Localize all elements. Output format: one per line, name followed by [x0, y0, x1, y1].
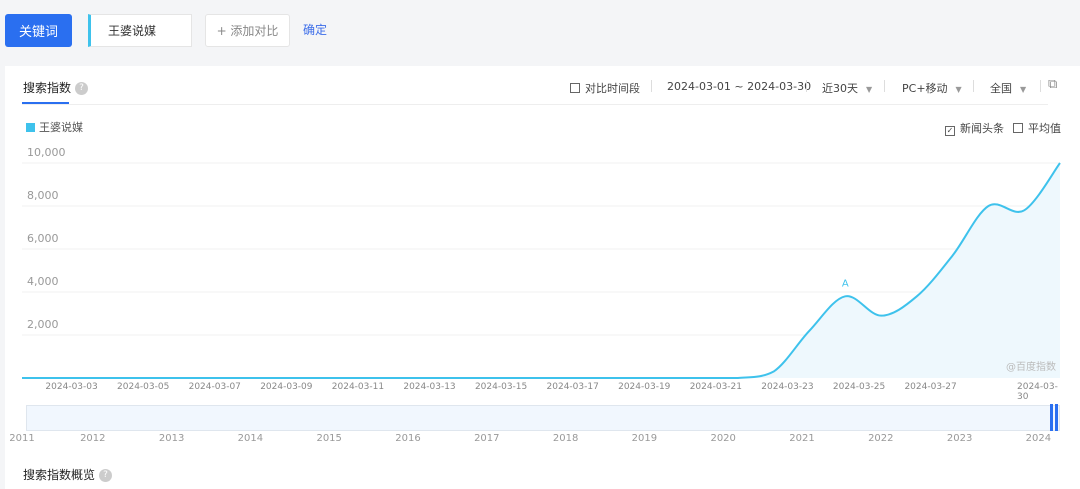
brush-year-label: 2020 [710, 433, 736, 444]
time-range-brush[interactable] [26, 405, 1060, 431]
brush-year-label: 2015 [316, 433, 342, 444]
x-tick-label: 2024-03-27 [904, 382, 957, 392]
brush-year-label: 2017 [474, 433, 500, 444]
x-tick-label: 2024-03-13 [403, 382, 456, 392]
overview-title-label: 搜索指数概览 [23, 468, 96, 482]
brush-year-label: 2023 [946, 433, 973, 444]
x-tick-label: 2024-03-17 [546, 382, 599, 392]
x-tick-label: 2024-03-21 [689, 382, 743, 392]
x-tick-label: 2024-03-03 [45, 382, 98, 392]
brush-year-label: 2016 [395, 433, 421, 444]
x-tick-label: 2024-03-11 [331, 382, 385, 392]
brush-year-label: 2022 [868, 433, 894, 444]
x-tick-label: 2024-03-30 [1017, 382, 1058, 402]
brush-year-label: 2019 [631, 433, 658, 444]
x-tick-label: 2024-03-19 [618, 382, 671, 392]
news-annotation-marker[interactable]: A [842, 278, 849, 289]
x-tick-label: 2024-03-07 [188, 382, 241, 392]
x-tick-label: 2024-03-05 [117, 382, 170, 392]
brush-year-label: 2018 [552, 433, 579, 444]
brush-year-label: 2012 [80, 433, 106, 444]
x-tick-label: 2024-03-23 [761, 382, 814, 392]
x-tick-label: 2024-03-25 [832, 382, 886, 392]
brush-year-label: 2014 [237, 433, 264, 444]
brush-handle-left[interactable] [1050, 404, 1053, 431]
series-area [22, 163, 1060, 378]
overview-title: 搜索指数概览? [23, 466, 113, 483]
help-icon[interactable]: ? [99, 469, 113, 482]
brush-year-label: 2024 [1025, 433, 1052, 444]
brush-year-label: 2013 [158, 433, 185, 444]
x-tick-label: 2024-03-15 [474, 382, 528, 392]
brush-year-label: 2011 [9, 433, 35, 444]
x-tick-label: 2024-03-09 [260, 382, 313, 392]
watermark: @百度指数 [1006, 362, 1056, 373]
brush-year-label: 2021 [789, 433, 815, 444]
brush-handle-right[interactable] [1055, 404, 1058, 431]
